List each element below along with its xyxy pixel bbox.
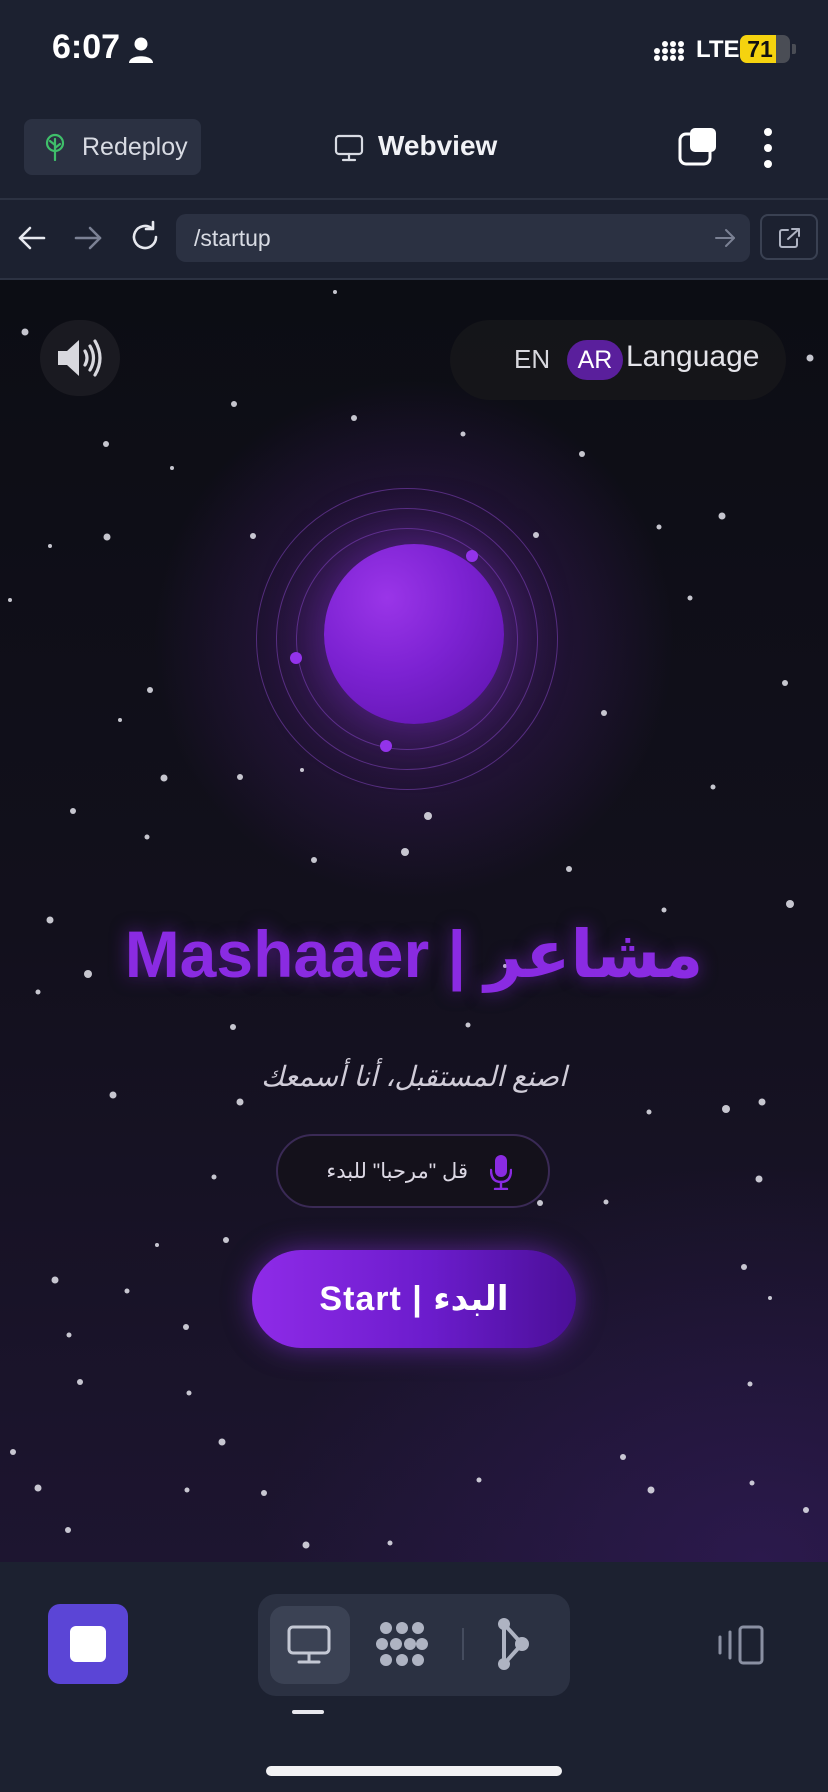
speaker-icon (58, 339, 102, 377)
battery-indicator: 71 (740, 35, 790, 63)
tree-icon (45, 133, 65, 161)
battery-tip (792, 44, 796, 54)
kebab-icon[interactable] (758, 126, 778, 170)
redeploy-label: Redeploy (82, 133, 188, 161)
start-button-label: Start | البدء (319, 1280, 509, 1318)
go-arrow-icon[interactable] (714, 228, 736, 248)
orb-particle (380, 740, 392, 752)
lang-en-option[interactable]: EN (514, 344, 550, 375)
url-bar: /startup (0, 200, 828, 280)
voice-hint[interactable]: قل "مرحبا" للبدء (276, 1134, 550, 1208)
status-bar: 6:07 LTE 71 (0, 0, 828, 100)
view-switcher (258, 1594, 570, 1696)
app-bar-title: Webview (378, 130, 498, 161)
orb-sphere (324, 544, 504, 724)
start-button[interactable]: Start | البدء (252, 1250, 576, 1348)
page-title: Mashaaer | مشاعر (124, 917, 704, 991)
voice-orb[interactable] (256, 488, 572, 804)
sound-toggle-button[interactable] (40, 320, 120, 396)
open-external-button[interactable] (760, 214, 818, 260)
language-label: Language (626, 340, 760, 373)
status-time: 6:07 (52, 28, 121, 66)
flow-icon[interactable] (496, 1616, 530, 1672)
monitor-icon (287, 1625, 331, 1664)
segment-divider (462, 1628, 464, 1660)
url-text: /startup (194, 225, 271, 251)
graph-icon[interactable] (376, 1618, 428, 1670)
back-arrow-icon[interactable] (16, 224, 48, 252)
language-toggle[interactable]: EN AR Language (450, 320, 786, 400)
person-icon (129, 37, 153, 63)
active-tab-indicator (292, 1710, 324, 1714)
battery-level: 71 (747, 36, 773, 62)
webview-tab[interactable] (270, 1606, 350, 1684)
app-bar: Redeploy Webview (0, 100, 828, 200)
voice-hint-text: قل "مرحبا" للبدء (326, 1160, 468, 1183)
home-indicator (266, 1766, 562, 1776)
webview-content: EN AR Language Mashaaer | مشاعر اصنع الم… (0, 280, 828, 1562)
bottom-toolbar (0, 1562, 828, 1792)
reload-icon[interactable] (128, 220, 162, 254)
layout-icon[interactable] (716, 1624, 766, 1666)
redeploy-button[interactable]: Redeploy (24, 119, 201, 175)
network-type: LTE (696, 36, 740, 63)
url-input[interactable]: /startup (176, 214, 750, 262)
orb-particle (290, 652, 302, 664)
stop-icon (70, 1626, 106, 1662)
stop-button[interactable] (48, 1604, 128, 1684)
lang-ar-option[interactable]: AR (567, 340, 623, 380)
external-link-icon (779, 228, 800, 248)
forward-arrow-icon[interactable] (72, 224, 104, 252)
mic-icon (490, 1155, 512, 1190)
orb-particle (466, 550, 478, 562)
monitor-icon (334, 134, 364, 162)
tabs-icon[interactable] (678, 126, 718, 168)
lang-ar-label: AR (577, 346, 613, 374)
page-subtitle: اصنع المستقبل، أنا أسمعك (261, 1061, 567, 1092)
signal-icon (654, 41, 684, 61)
